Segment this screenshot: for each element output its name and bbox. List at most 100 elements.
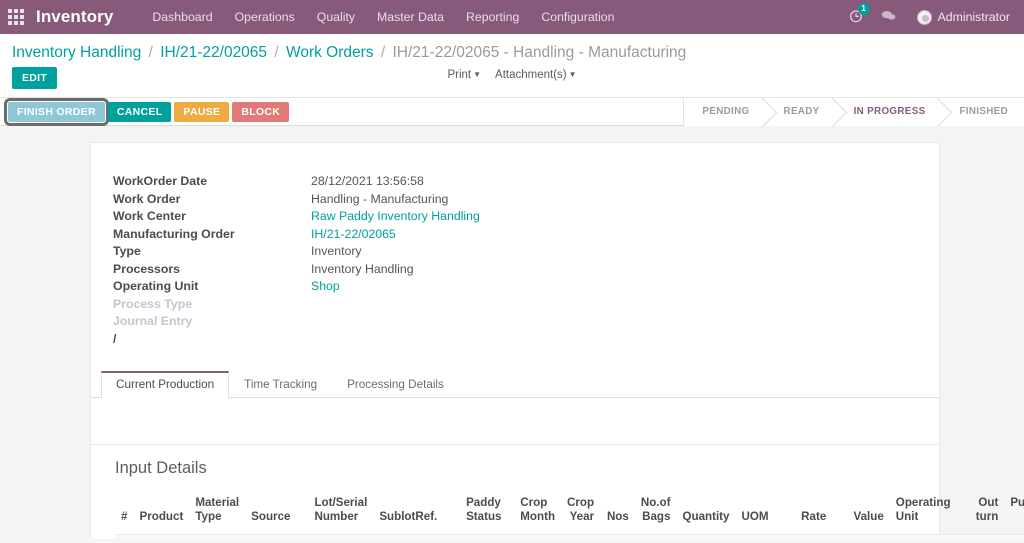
- table-row[interactable]: 1 xyz paddy MG/Stock L - 0000031 L - 000…: [115, 534, 1024, 539]
- cell-quantity: 10.000: [676, 534, 736, 539]
- menu-item-quality[interactable]: Quality: [306, 1, 366, 33]
- finish-order-button[interactable]: FINISH ORDER: [4, 97, 109, 126]
- attachments-label: Attachment(s): [495, 69, 567, 81]
- col-quantity[interactable]: Quantity: [676, 494, 735, 535]
- chat-bubble-icon[interactable]: [872, 3, 905, 31]
- field-label: Work Order: [113, 191, 181, 206]
- breadcrumb-separator: /: [274, 44, 279, 61]
- col-material-type[interactable]: Material Type: [189, 494, 245, 535]
- field-work-center: Work Center Raw Paddy Inventory Handling: [113, 208, 939, 226]
- input-details-inner: Input Details # Product Material Type So…: [91, 445, 1024, 539]
- cell-rate: 600.00: [784, 534, 833, 539]
- tab-panel-current-production: [91, 398, 939, 444]
- breadcrumb-row: Inventory Handling / IH/21-22/02065 / Wo…: [0, 34, 1024, 63]
- field-value-slash: /: [113, 331, 117, 346]
- col-paddy-status[interactable]: Paddy Status: [460, 494, 514, 535]
- field-value: Inventory: [311, 244, 362, 258]
- status-stage-in-progress[interactable]: IN PROGRESS: [835, 97, 942, 126]
- control-panel: Inventory Handling / IH/21-22/02065 / Wo…: [0, 34, 1024, 131]
- tab-time-tracking[interactable]: Time Tracking: [229, 371, 332, 398]
- navbar-right-tools: 1 Administrator: [840, 3, 1014, 31]
- field-journal-entry: Journal Entry: [113, 313, 939, 331]
- cell-nos: 0.00: [600, 534, 635, 539]
- cell-operating-unit: Shop: [889, 534, 957, 539]
- attachments-dropdown[interactable]: Attachment(s) ▼: [495, 69, 577, 81]
- breadcrumb-separator: /: [380, 44, 386, 61]
- field-label: Processors: [113, 261, 180, 276]
- menu-item-operations[interactable]: Operations: [224, 1, 306, 33]
- field-label: Journal Entry: [113, 314, 193, 328]
- field-value-link[interactable]: Shop: [311, 278, 340, 296]
- field-label: Manufacturing Order: [113, 226, 235, 241]
- breadcrumb-item-current: IH/21-22/02065 - Handling - Manufacturin…: [392, 44, 687, 61]
- col-purchase-chaff[interactable]: Purchase Chaff: [1004, 494, 1024, 535]
- col-product[interactable]: Product: [134, 494, 190, 535]
- field-journal-entry-value: /: [113, 331, 939, 349]
- field-value: Handling - Manufacturing: [311, 191, 449, 206]
- field-processors: Processors Inventory Handling: [113, 261, 939, 279]
- print-dropdown[interactable]: Print ▼: [447, 69, 481, 81]
- workflow-buttons: FINISH ORDER CANCEL PAUSE BLOCK: [0, 97, 290, 126]
- cell-purchase-chaff: 0.00: [1004, 534, 1024, 539]
- breadcrumb-item-inventory-handling[interactable]: Inventory Handling: [12, 44, 141, 61]
- cell-uom: Quintal: [735, 534, 785, 539]
- menu-item-reporting[interactable]: Reporting: [455, 1, 530, 33]
- cell-sublot-ref: L - 0000031/1/1/1: [373, 534, 461, 539]
- apps-grid-icon[interactable]: [8, 9, 24, 25]
- field-process-type: Process Type: [113, 296, 939, 314]
- breadcrumb-item-work-orders[interactable]: Work Orders: [286, 44, 374, 61]
- field-label: Process Type: [113, 296, 193, 311]
- table-header: # Product Material Type Source Lot/Seria…: [115, 494, 1024, 535]
- col-out-turn[interactable]: Out turn: [957, 494, 1005, 535]
- control-panel-buttons: EDIT Print▼ Attachment(s)▼ 1 / 1 ‹ ›: [0, 63, 1024, 131]
- col-crop-year[interactable]: Crop Year: [561, 494, 600, 535]
- chevron-down-icon: ▼: [568, 70, 577, 79]
- cell-lot-serial-number: L - 0000031: [308, 534, 374, 539]
- control-panel-dropdowns: Print ▼ Attachment(s) ▼: [0, 69, 1024, 81]
- form-view-content: WorkOrder Date 28/12/2021 13:56:58 Work …: [0, 126, 1024, 539]
- user-menu[interactable]: Administrator: [905, 6, 1014, 29]
- table-body: 1 xyz paddy MG/Stock L - 0000031 L - 000…: [115, 534, 1024, 539]
- col-no-of-bags[interactable]: No.of Bags: [635, 494, 677, 535]
- status-stage-finished[interactable]: FINISHED: [941, 97, 1024, 126]
- status-flow: PENDING READY IN PROGRESS FINISHED: [683, 97, 1024, 126]
- menu-item-dashboard[interactable]: Dashboard: [141, 1, 223, 33]
- col-sublot-ref[interactable]: SublotRef.: [373, 494, 460, 535]
- pause-button[interactable]: PAUSE: [174, 101, 230, 122]
- col-crop-month[interactable]: Crop Month: [514, 494, 561, 535]
- cell-index: 1: [115, 534, 134, 539]
- app-brand-title[interactable]: Inventory: [36, 7, 113, 27]
- status-stage-pending[interactable]: PENDING: [684, 97, 766, 126]
- top-navbar: Inventory Dashboard Operations Quality M…: [0, 0, 1024, 34]
- block-button[interactable]: BLOCK: [232, 101, 290, 122]
- menu-item-master-data[interactable]: Master Data: [366, 1, 455, 33]
- col-index[interactable]: #: [115, 494, 134, 535]
- col-rate[interactable]: Rate: [785, 494, 833, 535]
- field-value-link[interactable]: Raw Paddy Inventory Handling: [311, 208, 480, 226]
- col-operating-unit[interactable]: Operating Unit: [890, 494, 957, 535]
- field-work-order: Work Order Handling - Manufacturing: [113, 191, 939, 209]
- field-manufacturing-order: Manufacturing Order IH/21-22/02065: [113, 226, 939, 244]
- field-label: WorkOrder Date: [113, 174, 208, 188]
- menu-item-configuration[interactable]: Configuration: [530, 1, 625, 33]
- field-operating-unit: Operating Unit Shop: [113, 278, 939, 296]
- clock-activity-icon[interactable]: 1: [840, 3, 872, 31]
- field-label: Type: [113, 244, 141, 258]
- col-lot-serial-number[interactable]: Lot/Serial Number: [308, 494, 373, 535]
- breadcrumb-item-order-ref[interactable]: IH/21-22/02065: [160, 44, 267, 61]
- breadcrumb-separator: /: [148, 44, 153, 61]
- input-details-panel: Input Details # Product Material Type So…: [90, 444, 1024, 539]
- col-nos[interactable]: Nos: [600, 494, 635, 535]
- cell-value: 6,000.00: [832, 534, 890, 539]
- cancel-button[interactable]: CANCEL: [107, 101, 172, 122]
- field-value-link[interactable]: IH/21-22/02065: [311, 226, 396, 244]
- col-uom[interactable]: UOM: [736, 494, 785, 535]
- edit-button[interactable]: EDIT: [12, 67, 58, 89]
- cell-crop-year: 2020: [561, 534, 601, 539]
- tab-processing-details[interactable]: Processing Details: [332, 371, 459, 398]
- form-sheet: WorkOrder Date 28/12/2021 13:56:58 Work …: [90, 142, 940, 444]
- col-source[interactable]: Source: [245, 494, 308, 535]
- breadcrumb: Inventory Handling / IH/21-22/02065 / Wo…: [12, 43, 686, 63]
- tab-current-production[interactable]: Current Production: [101, 371, 230, 398]
- col-value[interactable]: Value: [832, 494, 890, 535]
